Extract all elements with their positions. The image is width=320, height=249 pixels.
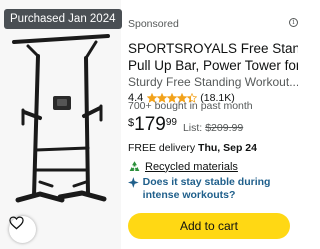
ai-question[interactable]: Does it stay stable during intense worko… bbox=[128, 176, 298, 202]
heart-icon bbox=[9, 216, 24, 230]
recycle-icon bbox=[129, 161, 140, 171]
add-to-cart-button[interactable]: Add to cart bbox=[128, 213, 290, 239]
product-title-line-2[interactable]: Pull Up Bar, Power Tower for... bbox=[128, 57, 298, 74]
product-subtitle: Sturdy Free Standing Workout... bbox=[128, 75, 298, 89]
delivery-info: FREE delivery Thu, Sep 24 bbox=[128, 142, 257, 154]
product-card[interactable]: Purchased Jan 2024 Sponsored i SPORTSROY… bbox=[0, 0, 301, 249]
sponsored-label: Sponsored bbox=[128, 18, 179, 30]
price-fraction: 99 bbox=[165, 117, 177, 128]
price-whole: 179 bbox=[134, 114, 166, 135]
sparkle-icon bbox=[128, 177, 139, 188]
delivery-date: Thu, Sep 24 bbox=[198, 142, 257, 154]
product-image-panel[interactable]: Purchased Jan 2024 bbox=[0, 0, 122, 249]
product-title-line-1[interactable]: SPORTSROYALS Free Standing bbox=[128, 40, 298, 57]
recycled-materials-link[interactable]: Recycled materials bbox=[145, 161, 238, 173]
product-image bbox=[12, 34, 110, 203]
purchased-badge: Purchased Jan 2024 bbox=[4, 9, 122, 29]
price: $ 179 99 List: $209.99 bbox=[128, 114, 243, 138]
product-info: Sponsored i SPORTSROYALS Free Standing P… bbox=[128, 0, 298, 249]
list-price-label: List: bbox=[182, 122, 203, 134]
product-title[interactable]: SPORTSROYALS Free Standing Pull Up Bar, … bbox=[128, 40, 298, 74]
list-price: $209.99 bbox=[205, 122, 244, 134]
recycled-materials-badge[interactable]: Recycled materials bbox=[128, 160, 238, 173]
info-icon[interactable]: i bbox=[289, 18, 298, 27]
wishlist-button[interactable] bbox=[9, 216, 36, 243]
question-text[interactable]: Does it stay stable during intense worko… bbox=[143, 176, 298, 202]
delivery-prefix: FREE delivery bbox=[128, 142, 196, 154]
bought-count: 700+ bought in past month bbox=[128, 100, 253, 112]
